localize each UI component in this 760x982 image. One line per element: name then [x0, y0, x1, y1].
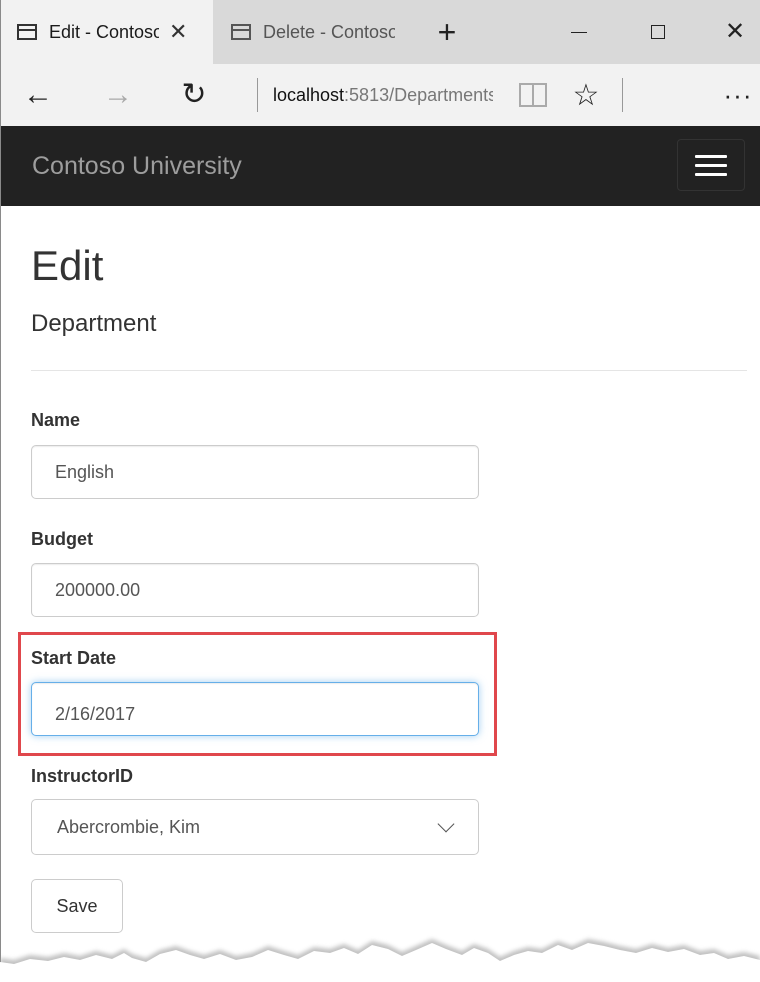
browser-window: Edit - Contoso University ✕ Delete - Con… — [0, 0, 760, 982]
close-icon: ✕ — [724, 18, 746, 45]
hamburger-icon[interactable] — [677, 139, 745, 191]
tab-edit[interactable]: Edit - Contoso University ✕ — [1, 0, 213, 64]
budget-input[interactable]: 200000.00 — [31, 563, 479, 617]
page-tab-icon — [231, 24, 251, 40]
instructor-selected-value: Abercrombie, Kim — [57, 816, 201, 837]
address-bar: ← → ↻ localhost:5813/Departments/Edit ☆ … — [0, 64, 760, 126]
site-navbar: Contoso University — [0, 126, 760, 206]
url-host: localhost — [273, 84, 345, 105]
name-input[interactable]: English — [31, 445, 479, 499]
close-tab-icon[interactable]: ✕ — [169, 21, 187, 43]
minimize-icon — [571, 31, 587, 33]
brand-link[interactable]: Contoso University — [32, 126, 242, 206]
forward-button[interactable]: → — [93, 64, 143, 126]
instructor-select[interactable]: Abercrombie, Kim — [31, 799, 479, 855]
budget-label: Budget — [31, 529, 93, 549]
page-subtitle: Department — [31, 310, 157, 337]
menu-bar — [695, 163, 727, 167]
tab-strip: Edit - Contoso University ✕ Delete - Con… — [0, 0, 760, 64]
maximize-icon — [651, 25, 665, 39]
more-menu-icon[interactable]: ··· — [715, 64, 760, 126]
instructor-label: InstructorID — [31, 766, 134, 786]
tab-title: Delete - Contoso University — [263, 21, 395, 42]
name-label: Name — [31, 410, 81, 430]
favorite-star-icon[interactable]: ☆ — [566, 64, 606, 126]
reading-view-icon[interactable] — [519, 83, 547, 107]
divider — [31, 370, 747, 371]
maximize-button[interactable] — [632, 0, 684, 64]
divider — [257, 78, 258, 112]
divider — [622, 78, 623, 112]
refresh-button[interactable]: ↻ — [169, 64, 219, 126]
url-path: :5813/Departments/Edit — [344, 84, 493, 105]
new-tab-button[interactable]: + — [421, 0, 473, 64]
menu-bar — [695, 154, 727, 158]
page-content: Edit Department Name English Budget 2000… — [0, 206, 760, 982]
close-window-button[interactable]: ✕ — [709, 0, 760, 64]
minimize-button[interactable] — [553, 0, 605, 64]
tab-delete[interactable]: Delete - Contoso University — [215, 0, 419, 64]
url-field[interactable]: localhost:5813/Departments/Edit — [273, 64, 493, 126]
save-button[interactable]: Save — [31, 879, 123, 933]
back-button[interactable]: ← — [13, 64, 63, 126]
page-title: Edit — [31, 242, 104, 289]
page-tab-icon — [17, 24, 37, 40]
highlight-box — [18, 632, 497, 756]
chevron-down-icon — [437, 815, 455, 833]
tab-title: Edit - Contoso University — [49, 21, 159, 42]
menu-bar — [695, 172, 727, 176]
